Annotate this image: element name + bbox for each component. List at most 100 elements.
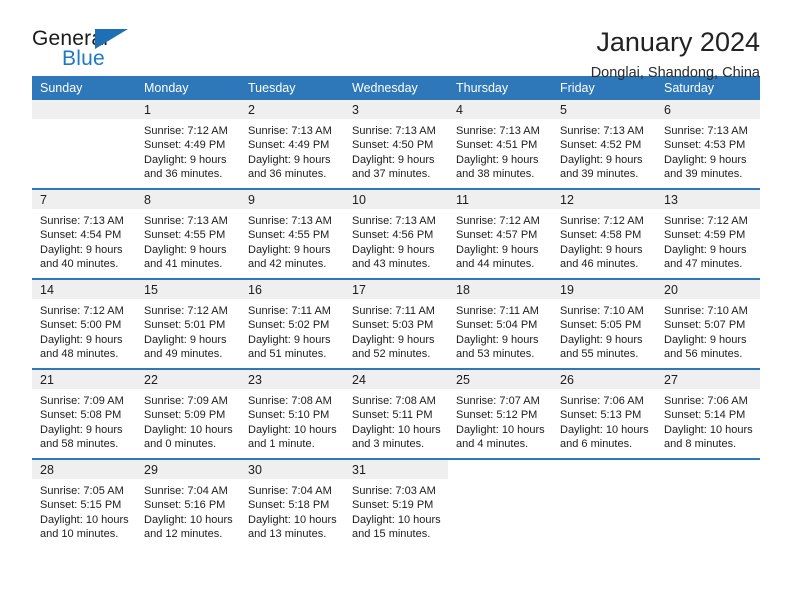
day-sun-info: Sunrise: 7:09 AM Sunset: 5:09 PM Daylight:… [136, 389, 240, 452]
calendar-day-cell[interactable]: 16 Sunrise: 7:11 AM Sunset: 5:02 PM Dayligh… [240, 278, 344, 369]
daylight-text: Daylight: 10 hours [456, 423, 545, 436]
calendar-day-cell[interactable]: 23 Sunrise: 7:08 AM Sunset: 5:10 PM Dayligh… [240, 368, 344, 459]
day-sun-info: Sunrise: 7:07 AM Sunset: 5:12 PM Daylight:… [448, 389, 552, 452]
calendar-day-cell[interactable]: 9 Sunrise: 7:13 AM Sunset: 4:55 PM Daylight… [240, 188, 344, 279]
daylight-text: and 55 minutes. [560, 348, 639, 361]
day-sun-info: Sunrise: 7:12 AM Sunset: 4:58 PM Daylight:… [552, 209, 656, 272]
calendar-day-cell[interactable]: 11 Sunrise: 7:12 AM Sunset: 4:57 PM Dayligh… [448, 188, 552, 279]
daylight-text: Daylight: 9 hours [560, 333, 643, 346]
page-subtitle: Donglai, Shandong, China [590, 65, 760, 82]
page-header: General Blue January 2024 Donglai, Shand… [32, 0, 760, 82]
calendar-day-cell[interactable]: 27 Sunrise: 7:06 AM Sunset: 5:14 PM Dayligh… [656, 368, 760, 459]
day-sun-info: Sunrise: 7:13 AM Sunset: 4:49 PM Daylight:… [240, 119, 344, 182]
sunrise-text: Sunrise: 7:06 AM [560, 395, 644, 407]
sunrise-text: Sunrise: 7:11 AM [352, 305, 435, 317]
calendar-day-cell[interactable]: 1 Sunrise: 7:12 AM Sunset: 4:49 PM Daylight… [136, 100, 240, 189]
day-number: 11 [448, 190, 552, 209]
general-blue-logo[interactable]: General Blue [32, 28, 142, 80]
day-number: 22 [136, 370, 240, 389]
sunset-text: Sunset: 5:14 PM [664, 409, 746, 422]
day-number: 27 [656, 370, 760, 389]
calendar-day-cell[interactable]: 7 Sunrise: 7:13 AM Sunset: 4:54 PM Daylight… [32, 188, 136, 279]
sunset-text: Sunset: 5:15 PM [40, 499, 122, 512]
sunset-text: Sunset: 5:10 PM [248, 409, 330, 422]
day-number: 15 [136, 280, 240, 299]
day-cell-inner [32, 100, 136, 188]
day-sun-info: Sunrise: 7:13 AM Sunset: 4:54 PM Daylight:… [32, 209, 136, 272]
calendar-day-cell[interactable]: 2 Sunrise: 7:13 AM Sunset: 4:49 PM Daylight… [240, 100, 344, 189]
sunrise-text: Sunrise: 7:13 AM [560, 125, 644, 137]
sunset-text: Sunset: 4:51 PM [456, 139, 538, 152]
day-number: 26 [552, 370, 656, 389]
calendar-empty-cell [552, 458, 656, 548]
calendar-day-cell[interactable]: 25 Sunrise: 7:07 AM Sunset: 5:12 PM Dayligh… [448, 368, 552, 459]
day-cell-inner: 26 Sunrise: 7:06 AM Sunset: 5:13 PM Dayligh… [552, 370, 656, 458]
daylight-text: Daylight: 9 hours [40, 243, 123, 256]
calendar-day-cell[interactable]: 19 Sunrise: 7:10 AM Sunset: 5:05 PM Dayligh… [552, 278, 656, 369]
sunset-text: Sunset: 5:19 PM [352, 499, 434, 512]
day-cell-inner: 13 Sunrise: 7:12 AM Sunset: 4:59 PM Dayligh… [656, 190, 760, 278]
day-sun-info: Sunrise: 7:12 AM Sunset: 5:00 PM Daylight:… [32, 299, 136, 362]
calendar-day-cell[interactable]: 8 Sunrise: 7:13 AM Sunset: 4:55 PM Daylight… [136, 188, 240, 279]
daylight-text: and 47 minutes. [664, 258, 743, 271]
daylight-text: Daylight: 10 hours [664, 423, 753, 436]
daylight-text: and 53 minutes. [456, 348, 535, 361]
day-cell-inner: 14 Sunrise: 7:12 AM Sunset: 5:00 PM Dayligh… [32, 280, 136, 368]
calendar-day-cell[interactable]: 18 Sunrise: 7:11 AM Sunset: 5:04 PM Dayligh… [448, 278, 552, 369]
calendar-day-cell[interactable]: 13 Sunrise: 7:12 AM Sunset: 4:59 PM Dayligh… [656, 188, 760, 279]
page-title: January 2024 [596, 27, 760, 57]
daylight-text: and 51 minutes. [248, 348, 327, 361]
daylight-text: Daylight: 9 hours [144, 153, 227, 166]
calendar-day-cell[interactable]: 12 Sunrise: 7:12 AM Sunset: 4:58 PM Dayligh… [552, 188, 656, 279]
day-number: 18 [448, 280, 552, 299]
day-sun-info: Sunrise: 7:12 AM Sunset: 5:01 PM Daylight:… [136, 299, 240, 362]
calendar-day-cell[interactable]: 29 Sunrise: 7:04 AM Sunset: 5:16 PM Dayligh… [136, 458, 240, 548]
calendar-day-cell[interactable]: 4 Sunrise: 7:13 AM Sunset: 4:51 PM Daylight… [448, 100, 552, 189]
daylight-text: and 40 minutes. [40, 258, 119, 271]
day-number: 1 [136, 100, 240, 119]
day-number: 29 [136, 460, 240, 479]
daylight-text: and 56 minutes. [664, 348, 743, 361]
calendar-day-cell[interactable]: 31 Sunrise: 7:03 AM Sunset: 5:19 PM Dayligh… [344, 458, 448, 548]
calendar-day-cell[interactable]: 17 Sunrise: 7:11 AM Sunset: 5:03 PM Dayligh… [344, 278, 448, 369]
day-sun-info: Sunrise: 7:08 AM Sunset: 5:10 PM Daylight:… [240, 389, 344, 452]
calendar-day-cell[interactable]: 24 Sunrise: 7:08 AM Sunset: 5:11 PM Dayligh… [344, 368, 448, 459]
daylight-text: Daylight: 10 hours [352, 423, 441, 436]
sunset-text: Sunset: 4:55 PM [144, 229, 226, 242]
calendar-day-cell[interactable]: 28 Sunrise: 7:05 AM Sunset: 5:15 PM Dayligh… [32, 458, 136, 548]
calendar-day-cell[interactable]: 10 Sunrise: 7:13 AM Sunset: 4:56 PM Dayligh… [344, 188, 448, 279]
day-number [32, 100, 136, 119]
calendar-day-cell[interactable]: 26 Sunrise: 7:06 AM Sunset: 5:13 PM Dayligh… [552, 368, 656, 459]
calendar-day-cell[interactable]: 6 Sunrise: 7:13 AM Sunset: 4:53 PM Daylight… [656, 100, 760, 189]
calendar-day-cell[interactable]: 20 Sunrise: 7:10 AM Sunset: 5:07 PM Dayligh… [656, 278, 760, 369]
daylight-text: and 44 minutes. [456, 258, 535, 271]
sunrise-text: Sunrise: 7:04 AM [144, 485, 228, 497]
calendar-day-cell[interactable]: 30 Sunrise: 7:04 AM Sunset: 5:18 PM Dayligh… [240, 458, 344, 548]
calendar-day-cell[interactable]: 3 Sunrise: 7:13 AM Sunset: 4:50 PM Daylight… [344, 100, 448, 189]
calendar-day-cell[interactable]: 5 Sunrise: 7:13 AM Sunset: 4:52 PM Daylight… [552, 100, 656, 189]
daylight-text: Daylight: 10 hours [144, 423, 233, 436]
sunrise-text: Sunrise: 7:07 AM [456, 395, 540, 407]
daylight-text: and 10 minutes. [40, 528, 119, 541]
day-cell-inner: 12 Sunrise: 7:12 AM Sunset: 4:58 PM Dayligh… [552, 190, 656, 278]
daylight-text: and 37 minutes. [352, 168, 431, 181]
daylight-text: Daylight: 9 hours [456, 243, 539, 256]
sunrise-text: Sunrise: 7:09 AM [144, 395, 228, 407]
day-number: 20 [656, 280, 760, 299]
day-sun-info: Sunrise: 7:11 AM Sunset: 5:02 PM Daylight:… [240, 299, 344, 362]
day-cell-inner: 3 Sunrise: 7:13 AM Sunset: 4:50 PM Daylight… [344, 100, 448, 188]
daylight-text: and 6 minutes. [560, 438, 633, 451]
day-sun-info: Sunrise: 7:13 AM Sunset: 4:55 PM Daylight:… [136, 209, 240, 272]
sunset-text: Sunset: 4:53 PM [664, 139, 746, 152]
calendar-day-cell[interactable]: 22 Sunrise: 7:09 AM Sunset: 5:09 PM Dayligh… [136, 368, 240, 459]
day-sun-info: Sunrise: 7:13 AM Sunset: 4:53 PM Daylight:… [656, 119, 760, 182]
day-number: 6 [656, 100, 760, 119]
calendar-empty-cell [32, 100, 136, 189]
sunset-text: Sunset: 5:12 PM [456, 409, 538, 422]
daylight-text: and 48 minutes. [40, 348, 119, 361]
sunrise-text: Sunrise: 7:13 AM [248, 215, 332, 227]
calendar-day-cell[interactable]: 15 Sunrise: 7:12 AM Sunset: 5:01 PM Dayligh… [136, 278, 240, 369]
calendar-day-cell[interactable]: 21 Sunrise: 7:09 AM Sunset: 5:08 PM Dayligh… [32, 368, 136, 459]
calendar-day-cell[interactable]: 14 Sunrise: 7:12 AM Sunset: 5:00 PM Dayligh… [32, 278, 136, 369]
day-sun-info: Sunrise: 7:06 AM Sunset: 5:13 PM Daylight:… [552, 389, 656, 452]
